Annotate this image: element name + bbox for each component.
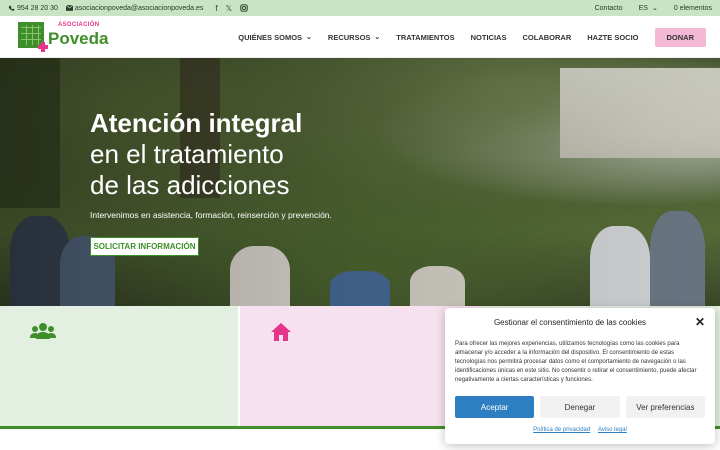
- facebook-icon[interactable]: f: [215, 4, 217, 13]
- nav-item-label: NOTICIAS: [470, 32, 507, 42]
- nav-item-noticias[interactable]: NOTICIAS: [471, 33, 507, 42]
- accept-button[interactable]: Aceptar: [455, 396, 535, 418]
- hero-heading-line2: en el tratamiento: [90, 139, 284, 169]
- close-icon[interactable]: ✕: [695, 315, 705, 329]
- nav-item-label: TRATAMIENTOS: [396, 32, 455, 42]
- deny-button[interactable]: Denegar: [540, 396, 620, 418]
- logo-big-text: Poveda: [48, 29, 109, 48]
- home-icon: [271, 323, 291, 341]
- chevron-down-icon: ⌄: [374, 34, 381, 41]
- logo-small-text: ASOCIACIÓN: [58, 22, 100, 28]
- nav-item-label: QUIÉNES SOMOS: [238, 32, 303, 42]
- phone-contact[interactable]: 954 28 20 30: [8, 5, 58, 12]
- hero-subtitle: Intervenimos en asistencia, formación, r…: [90, 210, 332, 220]
- nav-item-tratamientos[interactable]: TRATAMIENTOS: [396, 33, 454, 42]
- language-value: ES: [638, 4, 648, 12]
- phone-number: 954 28 20 30: [17, 4, 58, 12]
- nav-item-recursos[interactable]: RECURSOS ⌄: [328, 33, 380, 42]
- service-card[interactable]: [240, 306, 480, 428]
- hero-heading-line1: Atención integral: [90, 108, 303, 138]
- privacy-policy-link[interactable]: Política de privacidad: [533, 427, 590, 433]
- cart-link[interactable]: 0 elementos: [674, 5, 712, 12]
- email-contact[interactable]: asociacionpoveda@asociacionpoveda.es: [65, 4, 204, 12]
- cookie-consent-dialog: Gestionar el consentimiento de las cooki…: [445, 308, 715, 444]
- users-icon: [30, 323, 56, 339]
- nav-item-colaborar[interactable]: COLABORAR: [522, 33, 571, 42]
- email-address: asociacionpoveda@asociacionpoveda.es: [74, 4, 204, 12]
- top-bar: 954 28 20 30 asociacionpoveda@asociacion…: [0, 0, 720, 16]
- nav-item-hazte-socio[interactable]: HAZTE SOCIO: [587, 33, 638, 42]
- site-header: ASOCIACIÓN Poveda QUIÉNES SOMOS ⌄ RECURS…: [0, 16, 720, 58]
- contact-link[interactable]: Contacto: [595, 5, 623, 12]
- instagram-icon[interactable]: [240, 4, 248, 12]
- view-preferences-button[interactable]: Ver preferencias: [625, 396, 705, 418]
- nav-item-label: HAZTE SOCIO: [587, 32, 639, 42]
- donate-button[interactable]: DONAR: [654, 27, 706, 47]
- chevron-down-icon: ⌄: [651, 5, 658, 12]
- cookie-dialog-text: Para ofrecer las mejores experiencias, u…: [455, 341, 697, 383]
- nav-item-label: COLABORAR: [522, 32, 572, 42]
- nav-item-quienes-somos[interactable]: QUIÉNES SOMOS ⌄: [238, 33, 312, 42]
- x-icon[interactable]: 𝕏: [226, 4, 232, 13]
- envelope-icon: [65, 5, 73, 11]
- main-nav: QUIÉNES SOMOS ⌄ RECURSOS ⌄ TRATAMIENTOS …: [238, 16, 706, 58]
- site-logo[interactable]: ASOCIACIÓN Poveda: [18, 20, 110, 56]
- nav-item-label: RECURSOS: [327, 32, 371, 42]
- service-card[interactable]: [0, 306, 239, 428]
- logo-plus-icon: [38, 42, 48, 52]
- chevron-down-icon: ⌄: [306, 34, 312, 41]
- language-selector[interactable]: ES ⌄: [638, 4, 658, 13]
- hero-heading: Atención integral en el tratamiento de l…: [90, 108, 302, 201]
- cookie-dialog-title: Gestionar el consentimiento de las cooki…: [493, 318, 647, 327]
- hero-section: Atención integral en el tratamiento de l…: [0, 58, 720, 306]
- legal-notice-link[interactable]: Aviso legal: [598, 427, 627, 433]
- phone-icon: [8, 5, 15, 11]
- request-info-button[interactable]: SOLICITAR INFORMACIÓN: [90, 237, 199, 256]
- hero-heading-line3: de las adicciones: [90, 170, 290, 200]
